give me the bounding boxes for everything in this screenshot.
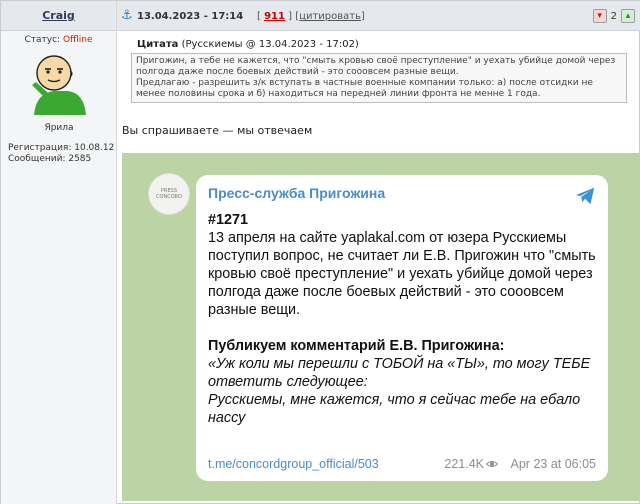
user-status: Статус: Offline xyxy=(1,35,116,45)
user-rank: Ярила xyxy=(44,123,74,133)
post-number-link[interactable]: 911 xyxy=(264,11,285,22)
quote-label: Цитата xyxy=(137,39,179,50)
status-label: Статус: xyxy=(24,35,61,45)
message-footer: t.me/concordgroup_official/503 221.4K Ap… xyxy=(208,457,596,471)
post-date: 13.04.2023 - 17:14 xyxy=(137,11,244,22)
message-time: Apr 23 at 06:05 xyxy=(510,457,596,471)
message-number: #1271 xyxy=(208,212,249,228)
rate-up-icon[interactable]: ▴ xyxy=(621,9,635,23)
message-comment: «Уж коли мы перешли с ТОБОЙ на «ТЫ», то … xyxy=(208,356,591,426)
anchor-icon[interactable]: ⚓ xyxy=(121,9,133,23)
quote-title: Цитата (Русскиемы @ 13.04.2023 - 17:02) xyxy=(137,39,359,50)
username-link[interactable]: Craig xyxy=(42,9,75,22)
channel-name: Пресс-служба Пригожина xyxy=(208,185,386,201)
rating-controls: ▾ 2 ▴ xyxy=(592,9,635,23)
quote-body: Пригожин, а тебе не кажется, что "смыть … xyxy=(136,56,616,99)
quote-text: Пригожин, а тебе не кажется, что "смыть … xyxy=(131,53,627,103)
telegram-message: Пресс-служба Пригожина #1271 13 апреля н… xyxy=(196,175,608,481)
message-count: Сообщений: 2585 xyxy=(8,154,92,164)
message-body: #1271 13 апреля на сайте yaplakal.com от… xyxy=(208,211,596,427)
user-meta: Регистрация: 10.08.12 Сообщений: 2585 xyxy=(8,143,114,165)
bracket-close: ] xyxy=(360,11,365,22)
user-avatar[interactable] xyxy=(24,49,92,117)
quote-source: (Русскиемы @ 13.04.2023 - 17:02) xyxy=(181,39,359,50)
registration-date: Регистрация: 10.08.12 xyxy=(8,143,115,153)
bracket-open: [ xyxy=(257,11,261,22)
user-header: Craig xyxy=(1,1,116,31)
channel-avatar-text: PRESS CONCORD xyxy=(156,188,182,200)
reply-text: Вы спрашиваете — мы отвечаем xyxy=(122,124,313,137)
user-panel: Craig Статус: Offline Ярила Регистрация: xyxy=(1,1,117,504)
bracket-mid: ] [ xyxy=(288,11,300,22)
rate-down-icon[interactable]: ▾ xyxy=(592,9,607,23)
status-value: Offline xyxy=(62,35,93,45)
post-header: ⚓ 13.04.2023 - 17:14 [ 911 ] [цитировать… xyxy=(117,1,640,31)
message-link[interactable]: t.me/concordgroup_official/503 xyxy=(208,457,379,471)
eye-icon xyxy=(486,461,498,467)
channel-avatar: PRESS CONCORD xyxy=(148,173,190,215)
message-heading: Публикуем комментарий Е.В. Пригожина: xyxy=(208,338,505,354)
message-paragraph: 13 апреля на сайте yaplakal.com от юзера… xyxy=(208,230,596,318)
view-count: 221.4K xyxy=(444,457,484,471)
telegram-plane-icon xyxy=(575,187,595,205)
quote-button[interactable]: цитировать xyxy=(299,11,361,22)
forum-post: Craig Статус: Offline Ярила Регистрация: xyxy=(0,0,640,504)
telegram-screenshot[interactable]: PRESS CONCORD Пресс-служба Пригожина #12… xyxy=(122,153,640,501)
rating-value: 2 xyxy=(610,10,617,22)
post-links: [ 911 ] [цитировать] xyxy=(257,11,365,22)
